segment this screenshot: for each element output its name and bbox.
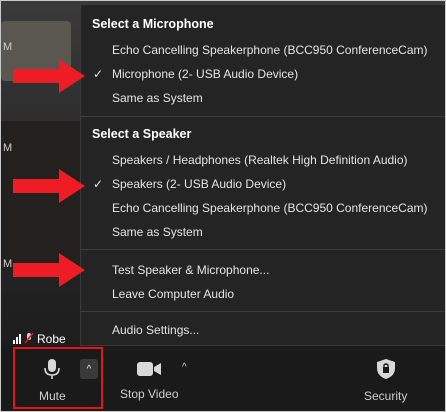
check-icon: ✓ <box>93 177 104 191</box>
mic-option-same-as-system[interactable]: Same as System <box>112 91 203 105</box>
microphone-section-header: Select a Microphone <box>92 17 214 31</box>
video-options-caret[interactable]: ^ <box>182 362 187 373</box>
shield-icon <box>376 358 396 383</box>
speaker-option-bcc950[interactable]: Echo Cancelling Speakerphone (BCC950 Con… <box>112 201 428 215</box>
speaker-option-realtek[interactable]: Speakers / Headphones (Realtek High Defi… <box>112 153 408 167</box>
audio-options-menu: Select a Microphone Echo Cancelling Spea… <box>80 4 445 346</box>
check-icon: ✓ <box>93 67 104 81</box>
participant-name: Robe <box>37 332 66 346</box>
audio-settings-item[interactable]: Audio Settings... <box>112 323 199 337</box>
menu-divider <box>81 116 445 117</box>
muted-mic-icon <box>24 332 34 347</box>
video-camera-icon <box>136 360 162 381</box>
audio-level-icon <box>13 334 21 344</box>
security-label: Security <box>364 389 408 403</box>
participant-name-tag: Robe <box>13 332 66 346</box>
stop-video-label: Stop Video <box>120 387 179 401</box>
video-edge-text: M <box>3 258 13 270</box>
video-edge-text: M <box>3 41 13 53</box>
speaker-option-usb-audio[interactable]: Speakers (2- USB Audio Device) <box>112 177 286 191</box>
mic-option-bcc950[interactable]: Echo Cancelling Speakerphone (BCC950 Con… <box>112 43 428 57</box>
red-arrow-icon <box>13 59 85 93</box>
mute-highlight-box <box>13 347 103 409</box>
zoom-window: M M M Robe Select a Microphone Echo Canc… <box>0 0 446 412</box>
mic-option-usb-audio[interactable]: Microphone (2- USB Audio Device) <box>112 67 298 81</box>
security-button[interactable]: Security <box>364 358 407 403</box>
video-edge-text: M <box>3 142 13 154</box>
leave-computer-audio-item[interactable]: Leave Computer Audio <box>112 287 234 301</box>
red-arrow-icon <box>13 169 85 203</box>
menu-divider <box>81 249 445 250</box>
red-arrow-icon <box>13 253 85 287</box>
test-speaker-microphone-item[interactable]: Test Speaker & Microphone... <box>112 263 269 277</box>
menu-divider <box>81 311 445 312</box>
stop-video-button[interactable]: Stop Video <box>120 360 179 401</box>
speaker-section-header: Select a Speaker <box>92 127 192 141</box>
speaker-option-same-as-system[interactable]: Same as System <box>112 225 203 239</box>
